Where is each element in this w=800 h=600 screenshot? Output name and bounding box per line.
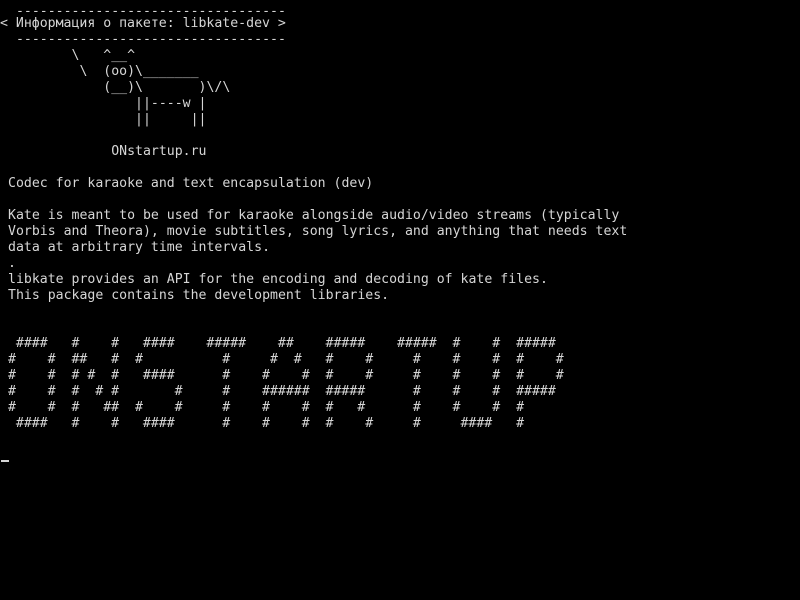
package-summary: Codec for karaoke and text encapsulation… (8, 176, 374, 191)
ascii-banner-line: #### # # #### ##### ## ##### ##### # # #… (0, 336, 556, 351)
cow-art-line: || || (8, 112, 207, 127)
cowsay-message: < Информация о пакете: libkate-dev > (0, 16, 286, 31)
cow-art-line: \ ^__^ (8, 48, 136, 63)
package-description-line: libkate provides an API for the encoding… (8, 272, 548, 287)
cow-art-line: ||----w | (8, 96, 207, 111)
ascii-banner-line: # # # # # # # ###### ##### # # # ##### (0, 384, 556, 399)
cow-art-line: (__)\ )\/\ (8, 80, 231, 95)
terminal-screen[interactable]: ---------------------------------- < Инф… (0, 0, 800, 600)
text-cursor[interactable] (1, 460, 9, 462)
cow-art-line: \ (oo)\_______ (8, 64, 199, 79)
ascii-banner-line: # # ## # # # # # # # # # # # # (0, 352, 564, 367)
ascii-banner-line: #### # # #### # # # # # # #### # (0, 416, 525, 431)
package-description-line: . (8, 256, 16, 271)
package-description-line: Kate is meant to be used for karaoke alo… (8, 208, 620, 223)
site-name: ONstartup.ru (8, 144, 207, 159)
ascii-banner-line: # # # # # #### # # # # # # # # # # (0, 368, 564, 383)
package-description-line: This package contains the development li… (8, 288, 390, 303)
cowsay-border-bottom: ---------------------------------- (8, 32, 286, 47)
package-description-line: Vorbis and Theora), movie subtitles, son… (8, 224, 628, 239)
package-description-line: data at arbitrary time intervals. (8, 240, 271, 255)
ascii-banner-line: # # # ## # # # # # # # # # # # (0, 400, 525, 415)
